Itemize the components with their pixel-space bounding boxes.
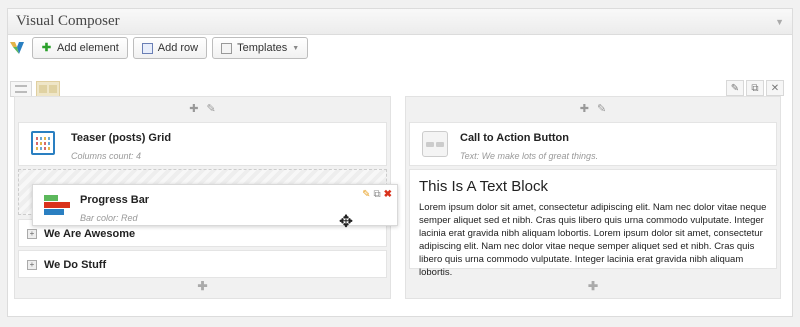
row-layout-selector (10, 81, 60, 97)
text-block-body: Lorem ipsum dolor sit amet, consectetur … (419, 202, 767, 278)
accordion-section-element[interactable]: + We Do Stuff (18, 250, 387, 278)
expand-icon[interactable]: + (27, 260, 37, 270)
templates-button[interactable]: Templates ▼ (212, 37, 309, 59)
progress-bar-icon (44, 193, 70, 219)
edit-column-icon[interactable]: ✎ (207, 102, 216, 115)
move-cursor-icon: ✥ (338, 212, 354, 231)
row-icon (141, 42, 153, 54)
add-element-to-column-icon[interactable]: ✚ (406, 279, 780, 293)
visual-composer-logo (10, 42, 24, 54)
text-block-element[interactable]: This Is A Text Block Lorem ipsum dolor s… (409, 169, 777, 278)
templates-icon (221, 42, 233, 54)
element-title: Progress Bar (80, 194, 150, 206)
columns-icon (39, 85, 57, 93)
hamburger-icon (15, 85, 27, 93)
add-element-to-column-icon[interactable]: ✚ (15, 279, 390, 293)
teaser-grid-element[interactable]: Teaser (posts) Grid Columns count: 4 (18, 122, 387, 166)
panel-title: Visual Composer (16, 13, 120, 29)
element-title: Teaser (posts) Grid (71, 132, 172, 144)
text-block-title: This Is A Text Block (419, 178, 548, 195)
delete-icon[interactable]: ✖ (384, 190, 392, 200)
toolbar: ✚ Add element Add row Templates ▼ (10, 37, 309, 59)
edit-row-icon[interactable]: ✎ (726, 80, 744, 96)
templates-label: Templates (237, 42, 288, 54)
add-element-label: Add element (57, 42, 119, 54)
teaser-grid-icon (31, 131, 55, 155)
add-element-button[interactable]: ✚ Add element (32, 37, 128, 59)
element-subtitle: Bar color: Red (80, 213, 138, 223)
column-controls: ✚ ✎ (406, 97, 780, 119)
element-subtitle: Columns count: 4 (71, 151, 142, 161)
clone-row-icon[interactable]: ⧉ (746, 80, 764, 96)
add-to-column-icon[interactable]: ✚ (189, 102, 198, 115)
delete-row-icon[interactable]: ✕ (766, 80, 784, 96)
right-column: ✚ ✎ Call to Action Button Text: We make … (405, 96, 781, 299)
column-controls: ✚ ✎ (15, 97, 390, 119)
collapse-icon[interactable]: ▼ (775, 17, 784, 27)
expand-icon[interactable]: + (27, 229, 37, 239)
edit-column-icon[interactable]: ✎ (597, 102, 606, 115)
element-actions: ✎ ⧉ ✖ (362, 190, 392, 200)
element-subtitle: Text: We make lots of great things. (460, 151, 599, 161)
clone-icon[interactable]: ⧉ (373, 190, 380, 200)
row-controls: ✎ ⧉ ✕ (726, 80, 784, 96)
accordion-title: We Are Awesome (44, 228, 136, 240)
chevron-down-icon: ▼ (292, 44, 300, 52)
call-to-action-element[interactable]: Call to Action Button Text: We make lots… (409, 122, 777, 166)
edit-icon[interactable]: ✎ (362, 190, 370, 200)
two-column-layout-button[interactable] (36, 81, 60, 97)
add-row-label: Add row (157, 42, 199, 54)
call-to-action-icon (422, 131, 448, 157)
add-to-column-icon[interactable]: ✚ (580, 102, 589, 115)
add-row-button[interactable]: Add row (132, 37, 208, 59)
element-title: Call to Action Button (460, 132, 569, 144)
plus-icon: ✚ (41, 41, 52, 54)
row-drag-handle[interactable] (10, 81, 32, 97)
panel-header[interactable]: Visual Composer ▼ (8, 9, 792, 35)
accordion-title: We Do Stuff (44, 259, 107, 271)
